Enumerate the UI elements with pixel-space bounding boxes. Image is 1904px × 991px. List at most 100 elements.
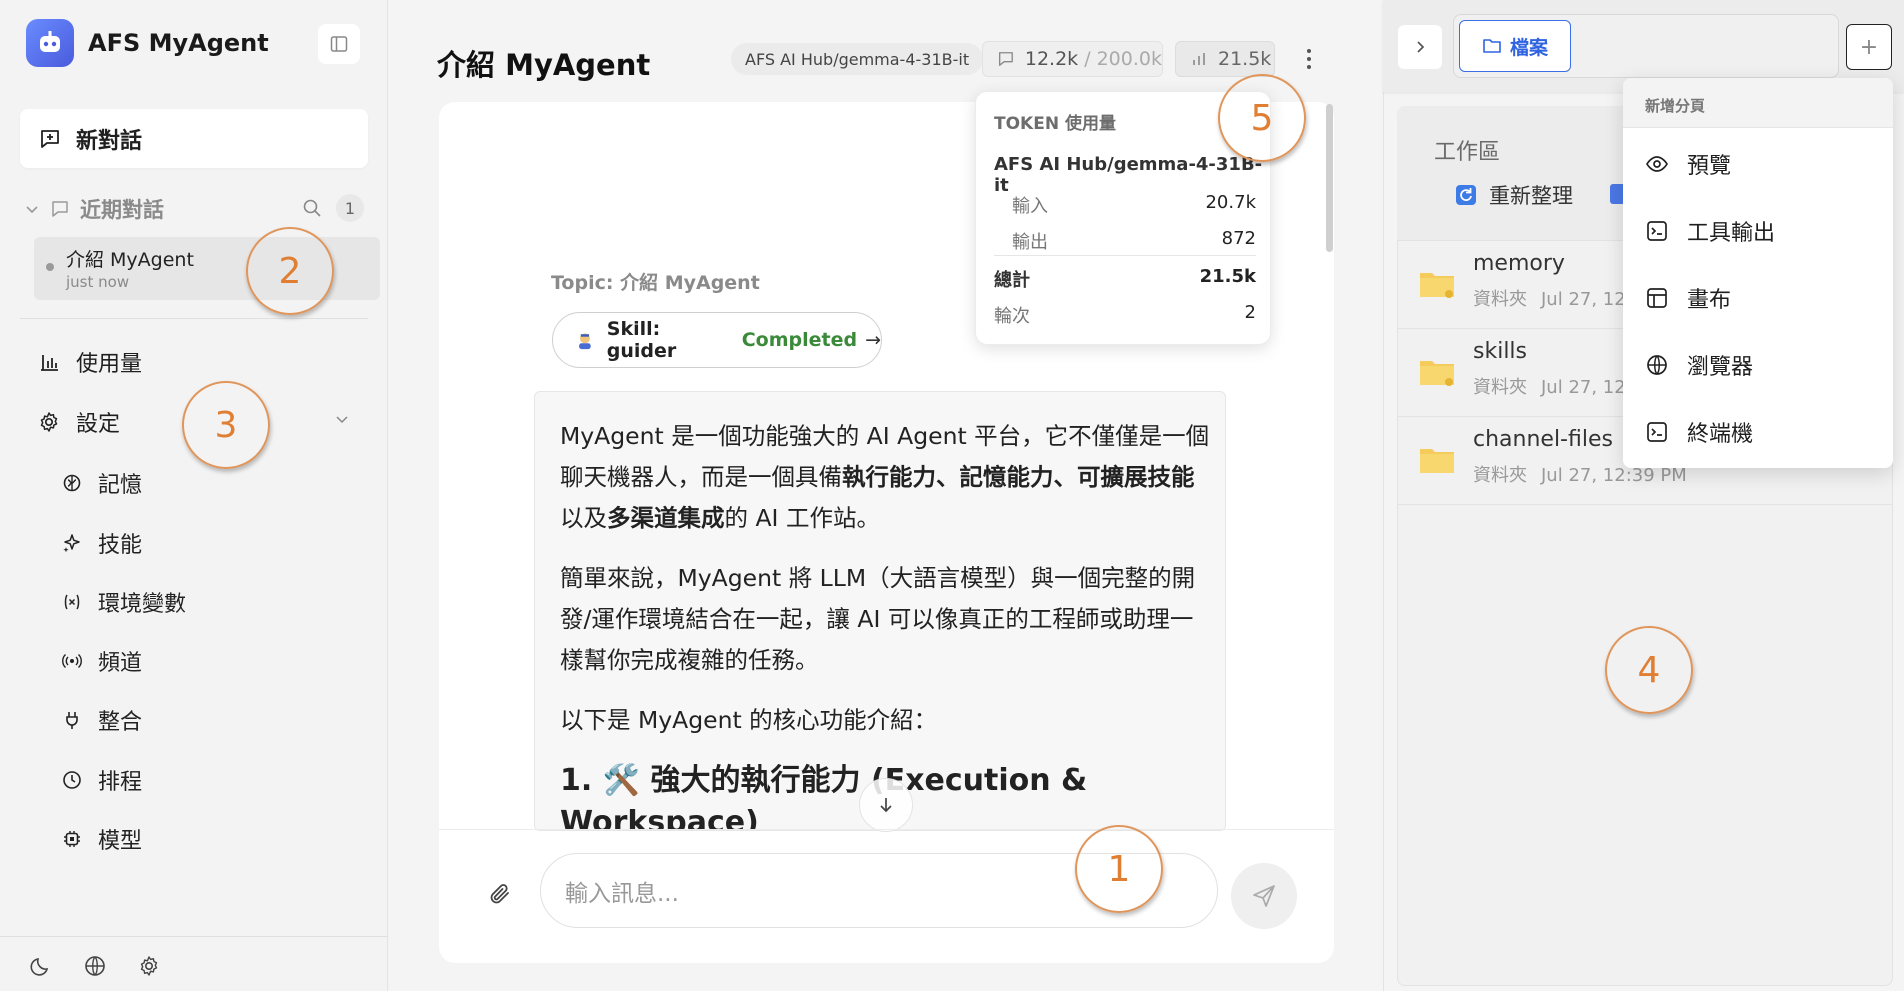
message-plus-icon xyxy=(41,129,59,148)
menu-header: 新增分頁 xyxy=(1623,78,1893,128)
folder-icon xyxy=(1483,39,1501,53)
sidebar-collapse-button[interactable] xyxy=(318,24,360,64)
globe-icon[interactable] xyxy=(84,955,106,977)
add-tab-button[interactable]: + xyxy=(1846,24,1892,70)
sparkles-icon xyxy=(63,534,80,553)
settings-item-label: 模型 xyxy=(98,829,143,854)
settings-item-integrations[interactable]: 整合 xyxy=(62,704,142,736)
menu-item-browser[interactable]: 瀏覽器 xyxy=(1645,349,1753,381)
chevron-right-icon xyxy=(1417,41,1425,53)
chat-scrollbar[interactable] xyxy=(1326,104,1333,252)
settings-item-label: 記憶 xyxy=(98,473,143,498)
clock-icon xyxy=(63,771,81,789)
plug-icon xyxy=(66,712,78,729)
new-chat-button[interactable]: 新對話 xyxy=(20,109,368,168)
new-chat-label: 新對話 xyxy=(76,128,143,154)
expand-panel-button[interactable] xyxy=(1398,25,1442,69)
refresh-button[interactable]: 重新整理 xyxy=(1455,180,1573,210)
annotation-marker-4: 4 xyxy=(1605,626,1693,714)
scroll-to-bottom-button[interactable] xyxy=(859,778,913,832)
bar-chart-icon xyxy=(1193,53,1205,65)
settings-item-env-vars[interactable]: 環境變數 xyxy=(62,586,186,618)
more-options-icon[interactable] xyxy=(1302,45,1316,73)
assistant-message: MyAgent 是一個功能強大的 AI Agent 平台，它不僅僅是一個聊天機器… xyxy=(534,391,1226,831)
file-name: skills xyxy=(1473,339,1528,364)
folder-icon xyxy=(1419,269,1455,299)
chevron-down-icon xyxy=(336,416,348,424)
settings-label: 設定 xyxy=(76,412,121,437)
sidebar-footer xyxy=(0,936,388,991)
gear-icon[interactable] xyxy=(138,955,160,977)
folder-icon xyxy=(1419,445,1455,475)
total-tokens-row: 總計 21.5k xyxy=(994,266,1256,291)
eye-icon xyxy=(1646,156,1668,172)
file-name: memory xyxy=(1473,251,1565,276)
message-paragraph: 簡單來說，MyAgent 將 LLM（大語言模型）與一個完整的開發/運作環境結合… xyxy=(560,564,1196,674)
guider-avatar-icon xyxy=(579,333,591,350)
arrow-down-icon xyxy=(880,798,892,813)
output-tokens-row: 輸出 872 xyxy=(1012,228,1256,253)
layout-icon xyxy=(1647,288,1667,308)
settings-item-skills[interactable]: 技能 xyxy=(62,527,142,559)
sidebar-divider xyxy=(20,318,368,319)
folder-icon xyxy=(1419,357,1455,387)
annotation-marker-2: 2 xyxy=(246,227,334,315)
search-conversations-icon[interactable] xyxy=(302,198,322,218)
rounds-row: 輪次 2 xyxy=(994,302,1256,327)
context-usage-badge[interactable]: 12.2k / 200.0k xyxy=(982,41,1163,77)
recent-label: 近期對話 xyxy=(80,198,164,222)
tab-files[interactable]: 檔案 xyxy=(1459,20,1571,72)
chat-title: 介紹 MyAgent xyxy=(437,48,651,82)
message-icon xyxy=(52,201,68,217)
conversation-title: 介紹 MyAgent xyxy=(66,249,194,271)
popover-model: AFS AI Hub/gemma-4-31B-it xyxy=(994,154,1263,196)
menu-item-label: 工具輸出 xyxy=(1687,221,1776,246)
skill-status-pill[interactable]: Skill: guider Completed → xyxy=(552,312,882,368)
menu-item-label: 瀏覽器 xyxy=(1687,355,1754,380)
bar-chart-icon xyxy=(41,355,58,371)
token-usage-button[interactable]: 21.5k xyxy=(1175,41,1275,77)
refresh-label: 重新整理 xyxy=(1489,184,1573,208)
chevron-down-icon xyxy=(26,206,38,214)
nav-usage[interactable]: 使用量 xyxy=(38,346,142,378)
context-separator: / xyxy=(1084,48,1091,70)
message-content: MyAgent 是一個功能強大的 AI Agent 平台，它不僅僅是一個聊天機器… xyxy=(560,416,1210,830)
gear-icon xyxy=(40,412,58,432)
menu-item-terminal[interactable]: 終端機 xyxy=(1645,416,1753,448)
menu-item-tool-output[interactable]: 工具輸出 xyxy=(1645,215,1775,247)
variable-icon xyxy=(64,594,80,610)
robot-logo-icon xyxy=(26,19,74,67)
panel-left-icon xyxy=(330,36,348,52)
recent-conversations-header[interactable]: 近期對話 1 xyxy=(24,194,364,224)
settings-item-schedule[interactable]: 排程 xyxy=(62,764,142,796)
send-button[interactable] xyxy=(1231,863,1297,929)
settings-item-models[interactable]: 模型 xyxy=(62,823,142,855)
message-icon xyxy=(999,52,1013,66)
conversation-count-badge: 1 xyxy=(336,194,364,222)
new-tab-menu: 新增分頁 預覽 工具輸出 畫布 瀏覽器 終端機 xyxy=(1623,78,1893,468)
menu-item-label: 終端機 xyxy=(1687,422,1754,447)
arrow-right-icon: → xyxy=(865,329,881,351)
conversation-status-dot xyxy=(46,263,54,271)
context-max: 200.0k xyxy=(1096,48,1162,70)
settings-item-label: 環境變數 xyxy=(98,592,187,617)
brain-icon xyxy=(63,474,81,492)
globe-icon xyxy=(1647,355,1667,375)
input-divider xyxy=(439,829,1334,830)
model-badge[interactable]: AFS AI Hub/gemma-4-31B-it xyxy=(731,43,984,75)
menu-item-preview[interactable]: 預覽 xyxy=(1645,148,1731,180)
paperclip-icon[interactable] xyxy=(488,882,514,908)
terminal-box-icon xyxy=(1647,221,1667,241)
settings-item-channels[interactable]: 頻道 xyxy=(62,645,142,677)
brand: AFS MyAgent xyxy=(26,19,269,67)
annotation-marker-1: 1 xyxy=(1075,825,1163,913)
popover-divider xyxy=(994,255,1256,256)
moon-icon[interactable] xyxy=(30,955,52,977)
refresh-icon xyxy=(1456,185,1476,205)
menu-item-canvas[interactable]: 畫布 xyxy=(1645,282,1731,314)
message-paragraph: 以下是 MyAgent 的核心功能介紹： xyxy=(560,706,938,734)
usage-label: 使用量 xyxy=(76,352,143,377)
settings-item-memory[interactable]: 記憶 xyxy=(62,467,142,499)
settings-item-label: 整合 xyxy=(98,710,143,735)
settings-item-label: 技能 xyxy=(98,533,143,558)
